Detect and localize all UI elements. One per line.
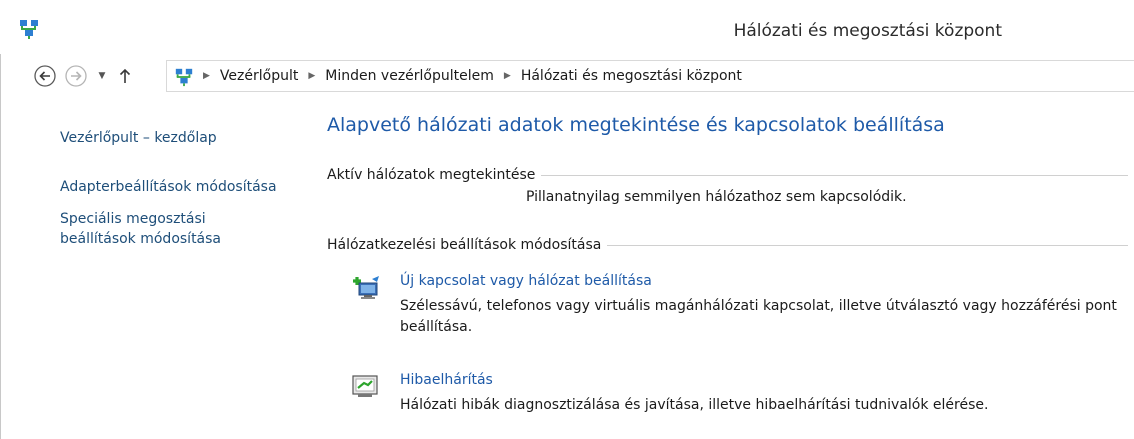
network-settings-section: Hálózatkezelési beállítások módosítása: [327, 235, 1134, 255]
main-content: Alapvető hálózati adatok megtekintése és…: [310, 98, 1134, 439]
breadcrumb-item-all-items[interactable]: Minden vezérlőpultelem: [325, 68, 494, 84]
new-connection-description: Szélessávú, telefonos vagy virtuális mag…: [400, 298, 1117, 335]
adapter-settings-link[interactable]: Adapterbeállítások módosítása: [60, 177, 277, 197]
breadcrumb-separator-icon[interactable]: ▶: [308, 71, 315, 81]
task-pane: Vezérlőpult – kezdőlap Adapterbeállításo…: [0, 98, 310, 439]
network-center-icon: [174, 67, 194, 87]
troubleshoot-description: Hálózati hibák diagnosztizálása és javít…: [400, 397, 989, 413]
troubleshoot-icon[interactable]: [350, 372, 382, 402]
breadcrumb-item-control-panel[interactable]: Vezérlőpult: [220, 68, 298, 84]
network-status-text: Pillanatnyilag semmilyen hálózathoz sem …: [526, 189, 907, 205]
active-networks-label: Aktív hálózatok megtekintése: [327, 165, 542, 185]
breadcrumb: ▶ Vezérlőpult ▶ Minden vezérlőpultelem ▶…: [201, 61, 742, 91]
breadcrumb-item-network-center[interactable]: Hálózati és megosztási központ: [521, 68, 742, 84]
active-networks-section: Aktív hálózatok megtekintése: [327, 165, 1134, 185]
title-bar: Hálózati és megosztási központ: [0, 0, 1134, 54]
back-arrow-icon[interactable]: [33, 64, 57, 88]
page-title: Alapvető hálózati adatok megtekintése és…: [327, 114, 945, 136]
new-connection-link[interactable]: Új kapcsolat vagy hálózat beállítása: [400, 271, 652, 291]
forward-arrow-icon[interactable]: [64, 64, 88, 88]
chevron-down-icon[interactable]: ▼: [95, 68, 109, 84]
network-settings-label: Hálózatkezelési beállítások módosítása: [327, 235, 608, 255]
troubleshoot-link[interactable]: Hibaelhárítás: [400, 370, 493, 390]
navigation-bar: ▼ ▶ Vezérlőpult ▶ Minden vezérlőpultelem…: [0, 54, 1134, 98]
address-bar[interactable]: ▶ Vezérlőpult ▶ Minden vezérlőpultelem ▶…: [166, 60, 1134, 92]
breadcrumb-separator-icon[interactable]: ▶: [203, 71, 210, 81]
advanced-sharing-settings-link[interactable]: Speciális megosztási beállítások módosít…: [60, 209, 260, 249]
control-panel-home-link[interactable]: Vezérlőpult – kezdőlap: [60, 128, 217, 148]
new-connection-icon[interactable]: [350, 273, 382, 303]
window-title: Hálózati és megosztási központ: [733, 21, 1002, 41]
up-arrow-icon[interactable]: [113, 64, 137, 88]
network-center-icon: [18, 18, 40, 40]
breadcrumb-separator-icon[interactable]: ▶: [504, 71, 511, 81]
